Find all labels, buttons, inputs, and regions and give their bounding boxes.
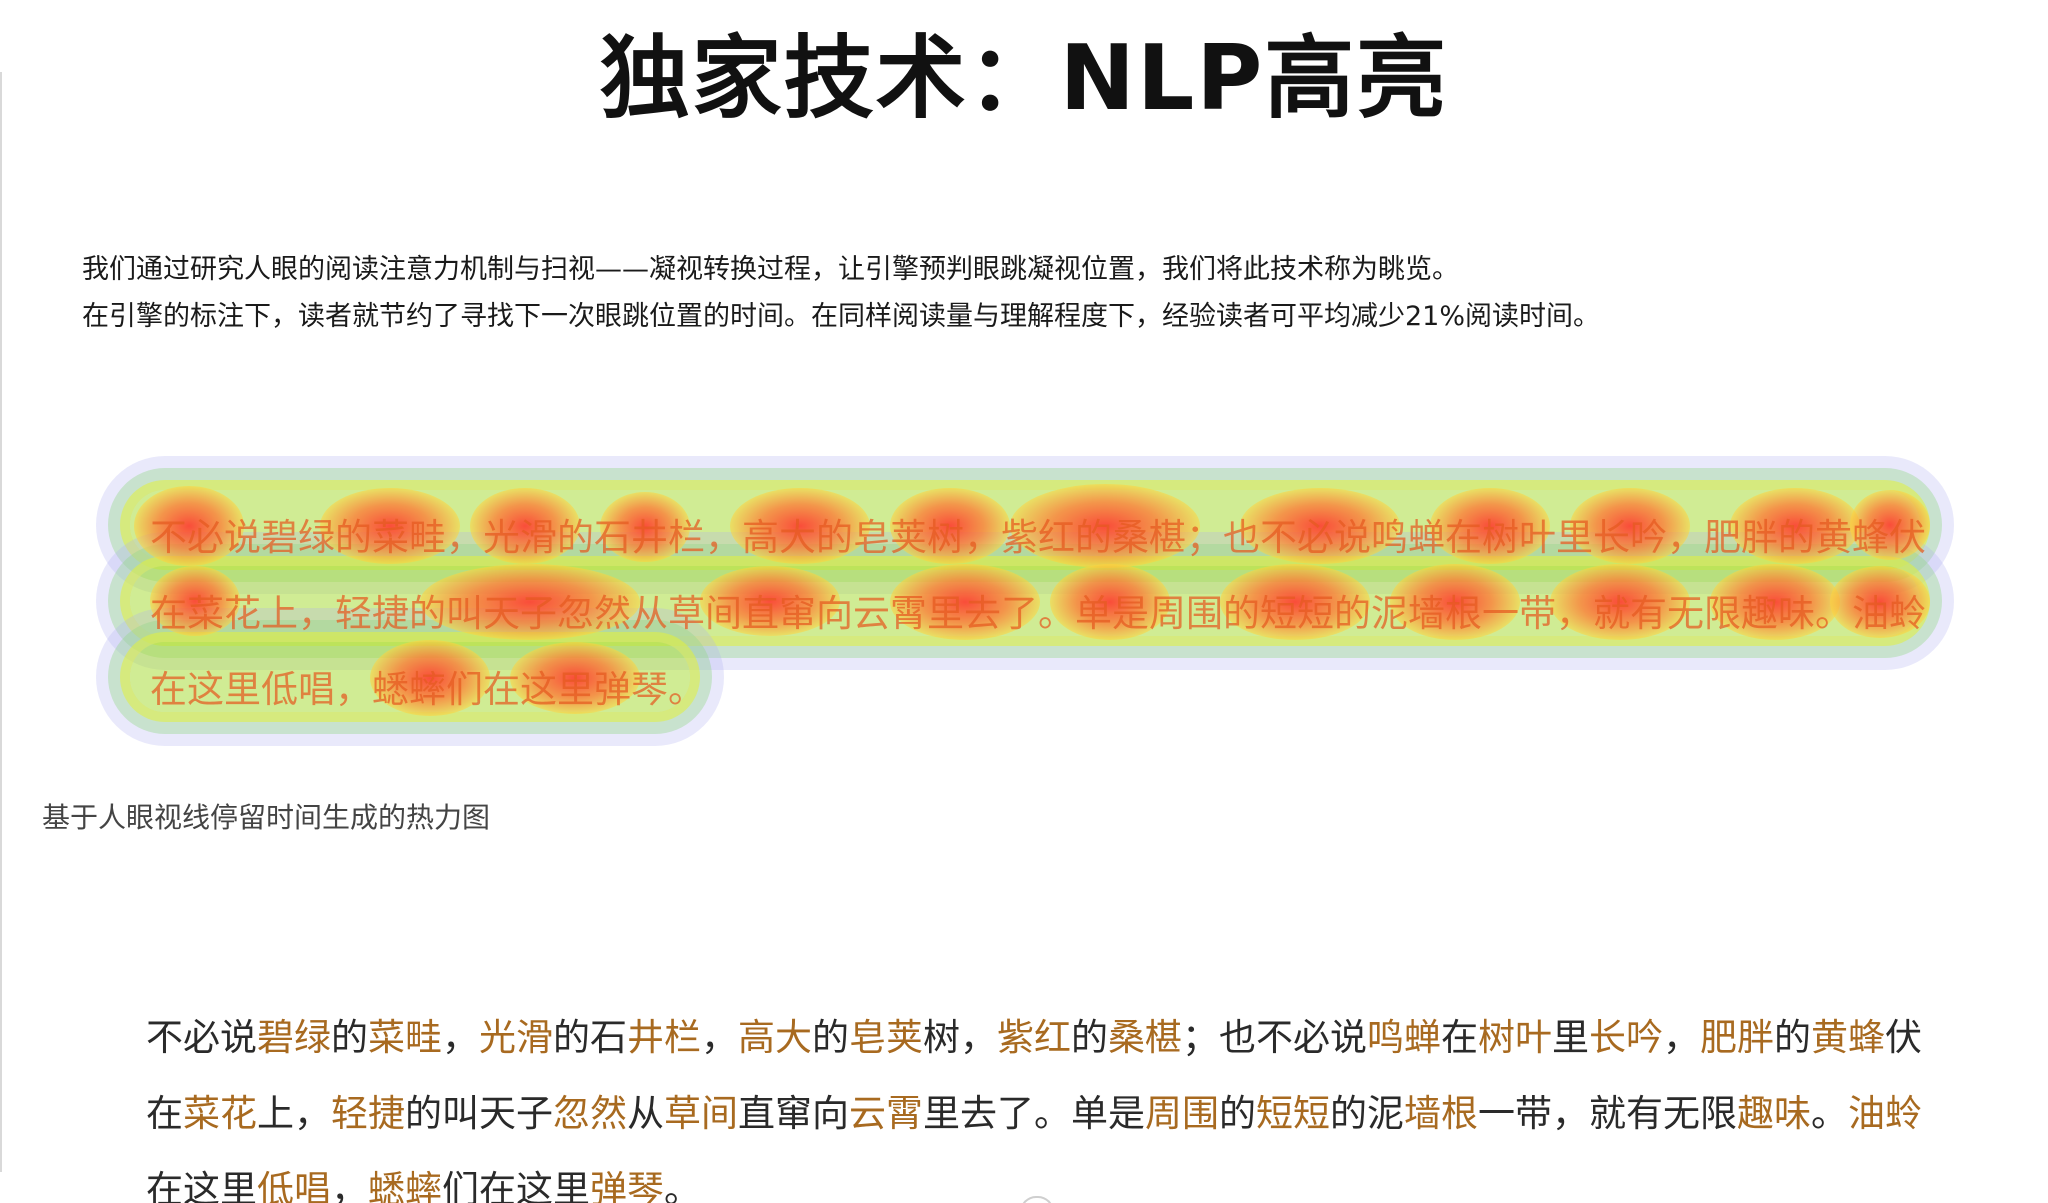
- highlighted-word: 鸣蝉: [1367, 1016, 1441, 1059]
- highlighted-word: 碧绿: [257, 1016, 331, 1059]
- plain-text: ，: [701, 1016, 738, 1059]
- highlighted-word: 轻捷: [331, 1092, 405, 1135]
- plain-text: 树，: [923, 1016, 997, 1059]
- heatmap-caption: 基于人眼视线停留时间生成的热力图: [42, 801, 491, 834]
- page-title: 独家技术：NLP高亮: [599, 26, 1449, 131]
- highlighted-word: 短短: [1256, 1092, 1330, 1135]
- intro-line-2: 在引擎的标注下，读者就节约了寻找下一次眼跳位置的时间。在同样阅读量与理解程度下，…: [82, 301, 1601, 332]
- plain-text: 的: [812, 1016, 849, 1059]
- highlighted-word: 云霄: [849, 1092, 923, 1135]
- reading-line-3: 在这里低唱，蟋蟀们在这里弹琴。: [146, 1152, 2006, 1203]
- highlighted-word: 周围: [1145, 1092, 1219, 1135]
- highlighted-word: 树叶: [1478, 1016, 1552, 1059]
- heatmap-passage: 不必说碧绿的菜畦，光滑的石井栏，高大的皂荚树，紫红的桑椹；也不必说鸣蝉在树叶里长…: [150, 500, 1950, 728]
- plain-text: ，: [331, 1168, 368, 1203]
- plain-text: ，: [1663, 1016, 1700, 1059]
- plain-text: 上，: [257, 1092, 331, 1135]
- plain-text: ，: [442, 1016, 479, 1059]
- page: 独家技术：NLP高亮 我们通过研究人眼的阅读注意力机制与扫视——凝视转换过程，让…: [0, 0, 2048, 1203]
- plain-text: 伏: [1885, 1016, 1922, 1059]
- plain-text: 不必说: [146, 1016, 257, 1059]
- plain-text: 的: [331, 1016, 368, 1059]
- highlighted-word: 桑椹: [1108, 1016, 1182, 1059]
- plain-text: 的泥: [1330, 1092, 1404, 1135]
- plain-text: 在: [146, 1092, 183, 1135]
- highlighted-word: 油蛉: [1848, 1092, 1922, 1135]
- plain-text: 的: [1219, 1092, 1256, 1135]
- highlighted-word: 肥胖: [1700, 1016, 1774, 1059]
- plain-text: 里去了。单是: [923, 1092, 1145, 1135]
- plain-text: 里: [1552, 1016, 1589, 1059]
- plain-text: 的: [1774, 1016, 1811, 1059]
- heatmap-line-1: 不必说碧绿的菜畦，光滑的石井栏，高大的皂荚树，紫红的桑椹；也不必说鸣蝉在树叶里长…: [150, 516, 1926, 559]
- plain-text: 一带，就有无限: [1478, 1092, 1737, 1135]
- highlighted-word: 忽然: [553, 1092, 627, 1135]
- plain-text: 。: [1811, 1092, 1848, 1135]
- plain-text: 的叫天子: [405, 1092, 553, 1135]
- highlighted-word: 光滑: [479, 1016, 553, 1059]
- eye-tracking-heatmap: 不必说碧绿的菜畦，光滑的石井栏，高大的皂荚树，紫红的桑椹；也不必说鸣蝉在树叶里长…: [110, 470, 1980, 732]
- highlighted-word: 高大: [738, 1016, 812, 1059]
- highlighted-word: 皂荚: [849, 1016, 923, 1059]
- highlighted-word: 黄蜂: [1811, 1016, 1885, 1059]
- highlighted-word: 紫红: [997, 1016, 1071, 1059]
- highlighted-word: 菜畦: [368, 1016, 442, 1059]
- reading-line-2: 在菜花上，轻捷的叫天子忽然从草间直窜向云霄里去了。单是周围的短短的泥墙根一带，就…: [146, 1076, 2006, 1152]
- highlighted-word: 墙根: [1404, 1092, 1478, 1135]
- plain-text: 的: [1071, 1016, 1108, 1059]
- highlighted-word: 弹琴: [590, 1168, 664, 1203]
- intro-text: 我们通过研究人眼的阅读注意力机制与扫视——凝视转换过程，让引擎预判眼跳凝视位置，…: [82, 246, 1982, 340]
- highlighted-word: 井栏: [627, 1016, 701, 1059]
- heatmap-line-2: 在菜花上，轻捷的叫天子忽然从草间直窜向云霄里去了。单是周围的短短的泥墙根一带，就…: [150, 592, 1926, 635]
- highlighted-word: 趣味: [1737, 1092, 1811, 1135]
- plain-text: 在这里: [146, 1168, 257, 1203]
- plain-text: ；也不必说: [1182, 1016, 1367, 1059]
- intro-line-1: 我们通过研究人眼的阅读注意力机制与扫视——凝视转换过程，让引擎预判眼跳凝视位置，…: [82, 254, 1459, 285]
- plain-text: 们在这里: [442, 1168, 590, 1203]
- reading-line-1: 不必说碧绿的菜畦，光滑的石井栏，高大的皂荚树，紫红的桑椹；也不必说鸣蝉在树叶里长…: [146, 1000, 2006, 1076]
- highlighted-reading-passage: 不必说碧绿的菜畦，光滑的石井栏，高大的皂荚树，紫红的桑椹；也不必说鸣蝉在树叶里长…: [146, 1000, 2006, 1203]
- plain-text: 在: [1441, 1016, 1478, 1059]
- highlighted-word: 草间: [664, 1092, 738, 1135]
- highlighted-word: 菜花: [183, 1092, 257, 1135]
- plain-text: 。: [664, 1168, 701, 1203]
- highlighted-word: 蟋蟀: [368, 1168, 442, 1203]
- plain-text: 直窜向: [738, 1092, 849, 1135]
- highlighted-word: 低唱: [257, 1168, 331, 1203]
- plain-text: 从: [627, 1092, 664, 1135]
- highlighted-word: 长吟: [1589, 1016, 1663, 1059]
- plain-text: 的石: [553, 1016, 627, 1059]
- heatmap-line-3: 在这里低唱，蟋蟀们在这里弹琴。: [150, 668, 705, 711]
- left-border: [0, 72, 2, 1172]
